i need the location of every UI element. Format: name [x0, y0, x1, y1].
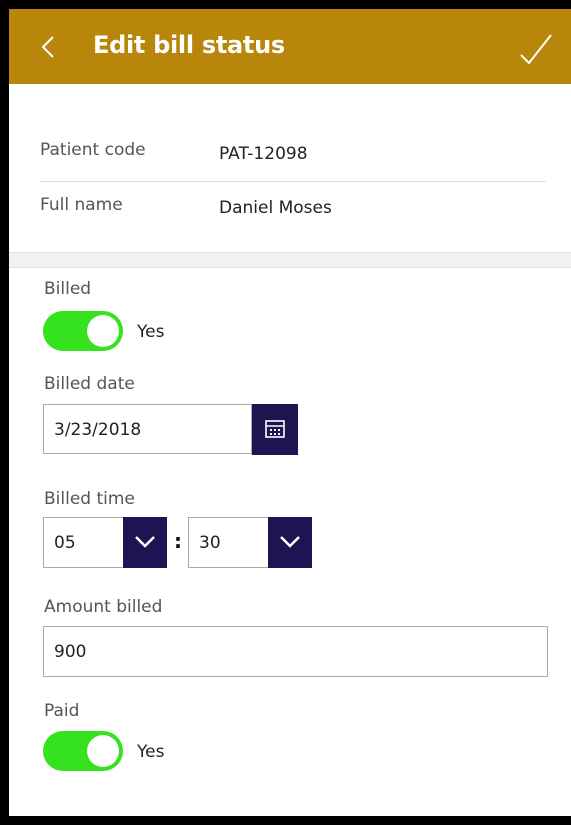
chevron-left-icon	[41, 36, 54, 58]
billed-date-input[interactable]: 3/23/2018	[43, 404, 252, 454]
hour-value: 05	[54, 533, 76, 553]
checkmark-icon	[520, 34, 552, 65]
paid-label: Paid	[44, 701, 80, 721]
chevron-down-icon	[280, 536, 300, 548]
paid-toggle-text: Yes	[137, 742, 165, 762]
billed-time-label: Billed time	[44, 489, 135, 509]
date-picker-button[interactable]	[252, 404, 298, 455]
full-name-label: Full name	[40, 195, 123, 215]
minute-dropdown[interactable]: 30	[188, 517, 312, 568]
billed-toggle[interactable]	[43, 311, 123, 351]
patient-code-value: PAT-12098	[219, 144, 308, 164]
minute-dropdown-arrow[interactable]	[268, 517, 312, 568]
billed-toggle-text: Yes	[137, 322, 165, 342]
calendar-icon	[265, 420, 285, 438]
edit-bill-screen: Edit bill status Patient code PAT-12098 …	[9, 9, 571, 816]
billed-date-label: Billed date	[44, 374, 135, 394]
billed-date-value: 3/23/2018	[54, 420, 142, 440]
amount-billed-value: 900	[54, 642, 87, 662]
section-divider	[9, 252, 571, 268]
minute-value: 30	[199, 533, 221, 553]
chevron-down-icon	[135, 536, 155, 548]
amount-billed-input[interactable]: 900	[43, 626, 548, 677]
page-title: Edit bill status	[93, 31, 285, 59]
patient-code-row: Patient code PAT-12098	[40, 123, 546, 182]
hour-dropdown-arrow[interactable]	[123, 517, 167, 568]
time-separator: :	[174, 529, 182, 553]
paid-toggle[interactable]	[43, 731, 123, 771]
hour-dropdown[interactable]: 05	[43, 517, 167, 568]
toggle-knob	[87, 735, 119, 767]
full-name-row: Full name Daniel Moses	[40, 182, 546, 240]
back-button[interactable]	[35, 27, 65, 67]
toggle-knob	[87, 315, 119, 347]
billed-label: Billed	[44, 279, 92, 299]
header-bar: Edit bill status	[9, 9, 571, 84]
amount-billed-label: Amount billed	[44, 597, 163, 617]
full-name-value: Daniel Moses	[219, 198, 332, 218]
save-button[interactable]	[513, 25, 559, 71]
patient-code-label: Patient code	[40, 140, 146, 160]
